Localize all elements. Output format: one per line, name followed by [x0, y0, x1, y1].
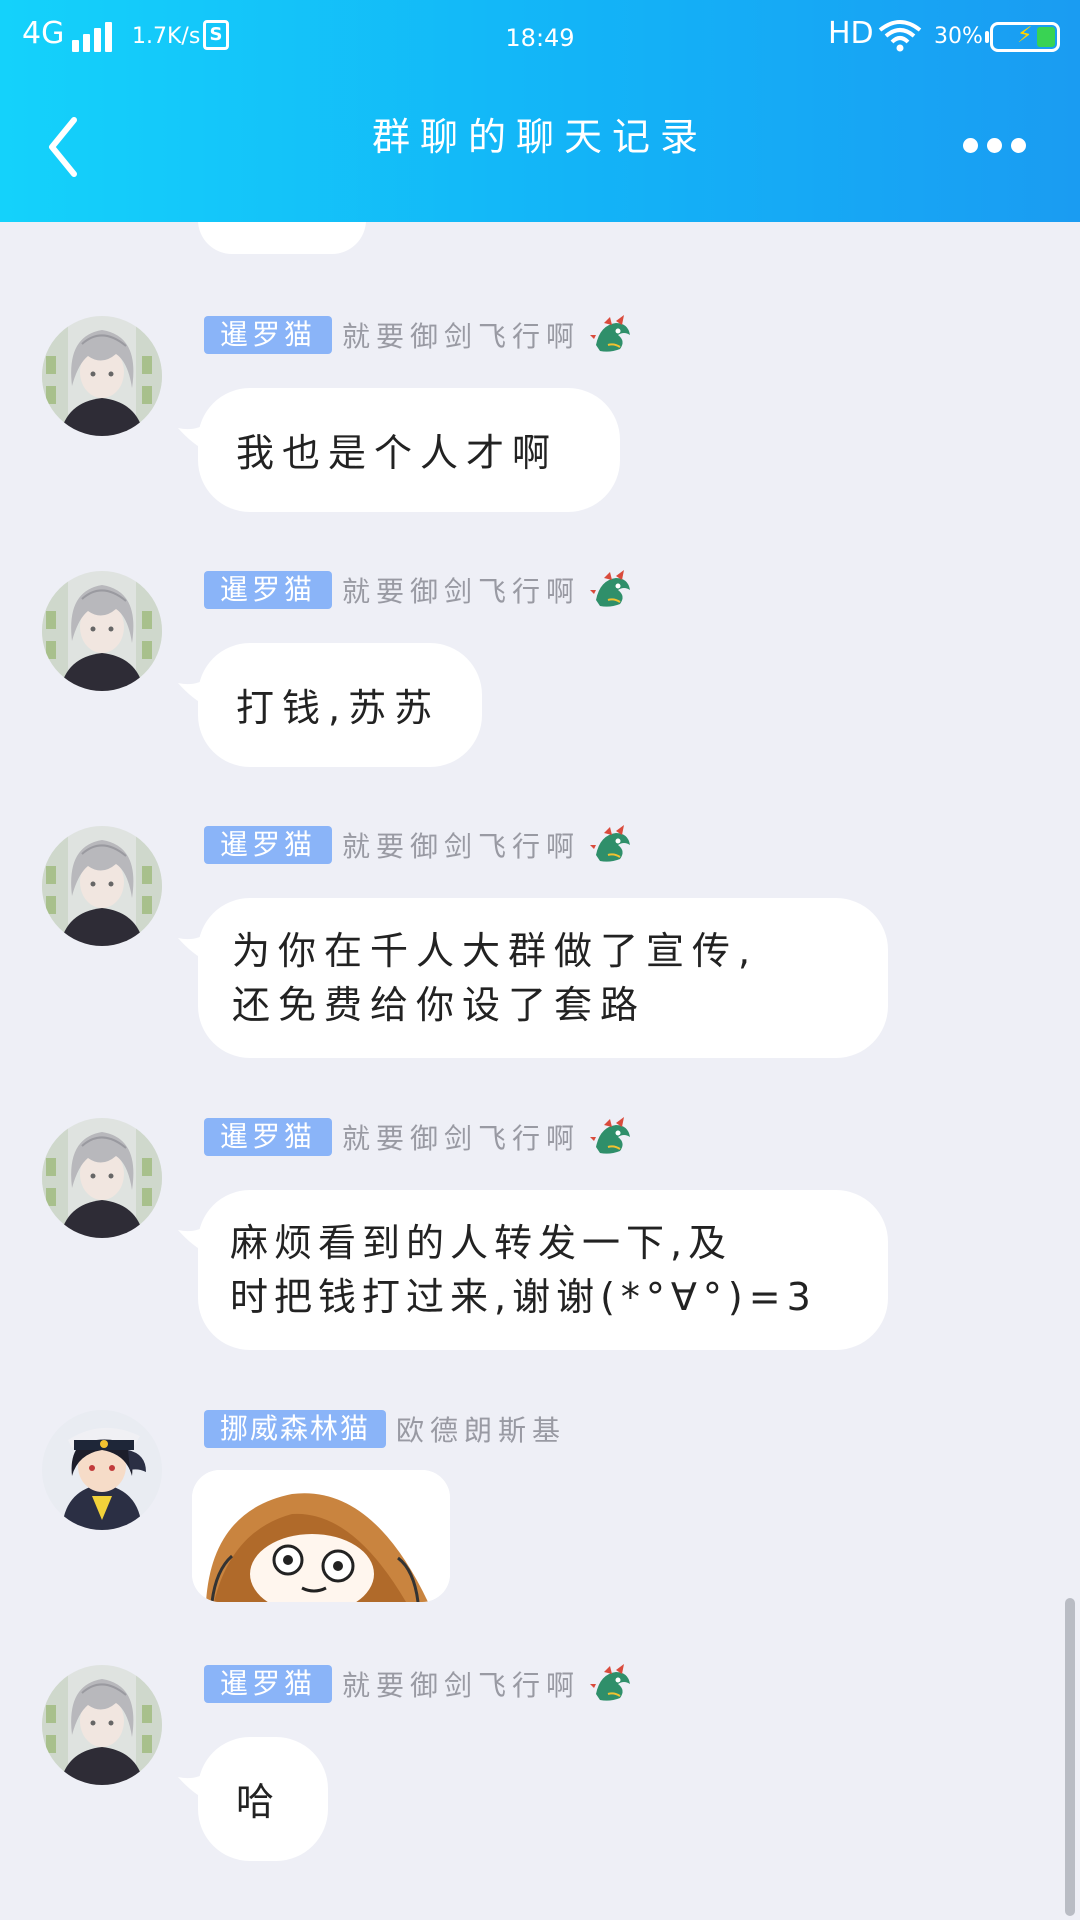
avatar[interactable]: [42, 571, 162, 691]
battery-percent: 30%: [934, 24, 983, 49]
hd-indicator: HD: [828, 16, 874, 51]
grey-hair-avatar: [42, 826, 162, 946]
header-bar: 4G 1.7K/s S 18:49 HD 30% ⚡ 群聊的聊天记录: [0, 0, 1080, 222]
previous-message-bubble[interactable]: [198, 222, 366, 254]
dragon-icon: [590, 570, 631, 607]
message-text: 哈: [236, 1780, 283, 1824]
message-text-line: 时把钱打过来,谢谢(*°∀°)=3: [230, 1275, 817, 1319]
dragon-icon: [590, 1664, 631, 1701]
avatar[interactable]: [42, 316, 162, 436]
sender-line: 暹罗猫 就要御剑飞行啊: [204, 1664, 634, 1703]
dragon-icon: [590, 825, 631, 862]
message-bubble[interactable]: 麻烦看到的人转发一下,及 时把钱打过来,谢谢(*°∀°)=3: [198, 1190, 888, 1350]
message-text-line: 还免费给你设了套路: [232, 983, 647, 1027]
battery-icon: ⚡: [990, 22, 1060, 52]
sender-nickname: 就要御剑飞行啊: [342, 1669, 581, 1702]
scrollbar[interactable]: [1065, 1598, 1075, 1916]
sender-nickname: 就要御剑飞行啊: [342, 1122, 581, 1155]
message-text-line: 为你在千人大群做了宣传,: [232, 929, 759, 973]
member-title-badge: 暹罗猫: [204, 1118, 333, 1156]
dragon-icon: [590, 1117, 631, 1154]
sender-line: 暹罗猫 就要御剑飞行啊: [204, 1117, 634, 1156]
grey-hair-avatar: [42, 1665, 162, 1785]
member-title-badge: 暹罗猫: [204, 316, 333, 354]
sender-nickname: 就要御剑飞行啊: [342, 320, 581, 353]
dragon-icon: [590, 315, 631, 352]
sender-line: 暹罗猫 就要御剑飞行啊: [204, 315, 634, 354]
message-bubble[interactable]: 为你在千人大群做了宣传, 还免费给你设了套路: [198, 898, 888, 1058]
sender-line: 暹罗猫 就要御剑飞行啊: [204, 825, 634, 864]
grey-hair-avatar: [42, 316, 162, 436]
sender-line: 挪威森林猫 欧德朗斯基: [204, 1410, 566, 1448]
avatar[interactable]: [42, 826, 162, 946]
umaru-sticker[interactable]: [192, 1470, 450, 1602]
avatar[interactable]: [42, 1410, 162, 1530]
charging-bolt-icon: ⚡: [1017, 23, 1033, 48]
message-text-line: 麻烦看到的人转发一下,及: [230, 1221, 733, 1265]
chat-history[interactable]: 暹罗猫 就要御剑飞行啊 我也是个人才啊 暹罗猫 就要御剑飞行啊 打钱,苏苏 暹罗…: [0, 222, 1080, 1920]
page-title: 群聊的聊天记录: [371, 115, 708, 159]
battery-cap: [985, 31, 989, 43]
member-title-badge: 暹罗猫: [204, 1665, 333, 1703]
message-text: 打钱,苏苏: [236, 686, 441, 730]
sender-line: 暹罗猫 就要御剑飞行啊: [204, 570, 634, 609]
grey-hair-avatar: [42, 571, 162, 691]
message-bubble[interactable]: 打钱,苏苏: [198, 643, 482, 767]
officer-girl-avatar: [42, 1410, 162, 1530]
member-title-badge: 暹罗猫: [204, 571, 333, 609]
message-bubble[interactable]: 我也是个人才啊: [198, 388, 620, 512]
sender-nickname: 欧德朗斯基: [396, 1414, 567, 1447]
battery-level: [1037, 27, 1055, 47]
more-options-button[interactable]: [960, 132, 1030, 158]
message-bubble[interactable]: 哈: [198, 1737, 328, 1861]
sender-nickname: 就要御剑飞行啊: [342, 575, 581, 608]
member-title-badge: 暹罗猫: [204, 826, 333, 864]
sender-nickname: 就要御剑飞行啊: [342, 830, 581, 863]
grey-hair-avatar: [42, 1118, 162, 1238]
message-text: 我也是个人才啊: [236, 431, 559, 475]
avatar[interactable]: [42, 1118, 162, 1238]
umaru-sticker-image: [192, 1470, 450, 1602]
member-title-badge: 挪威森林猫: [204, 1410, 387, 1448]
wifi-icon: [878, 20, 922, 52]
avatar[interactable]: [42, 1665, 162, 1785]
